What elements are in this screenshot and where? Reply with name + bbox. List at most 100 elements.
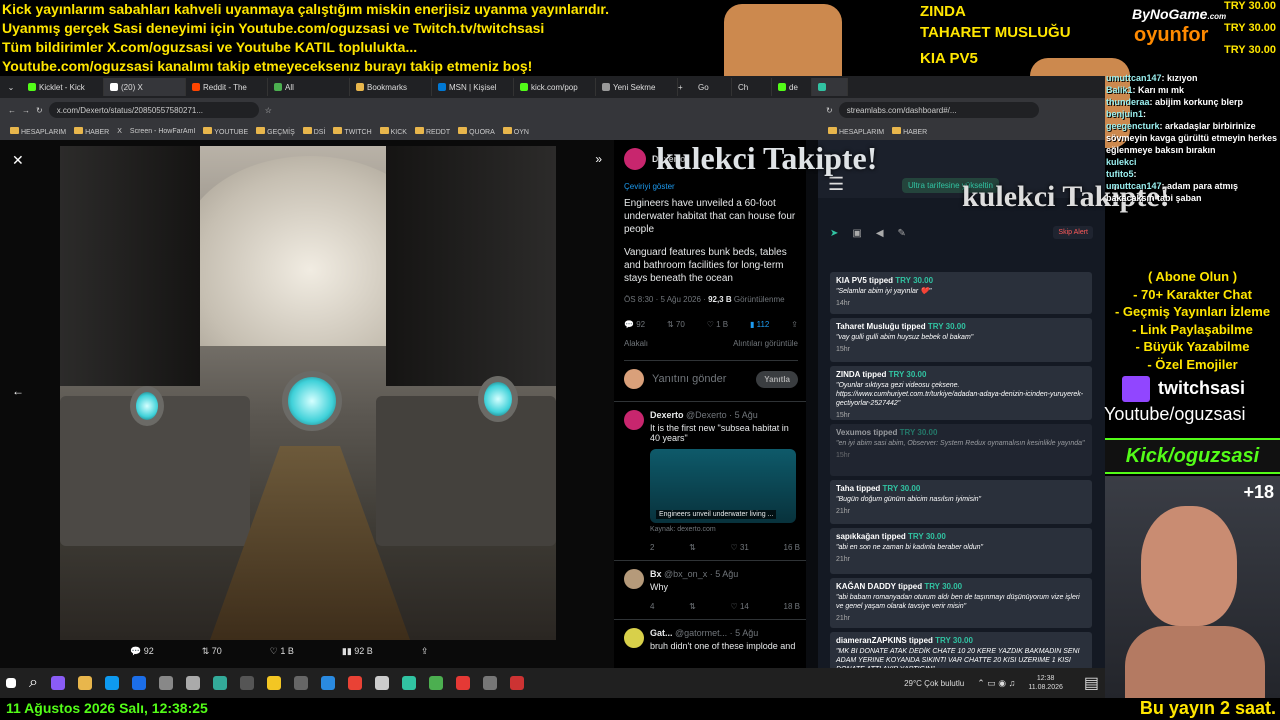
ticker-line: Tüm bildirimler X.com/oguzsasi ve Youtub… [2,39,418,55]
reply-tweet[interactable]: Gat... @gatormet... · 5 Ağu bruh didn't o… [614,619,806,651]
new-tab-button[interactable]: + [678,83,692,92]
tab-menu-icon[interactable]: ⌄ [0,83,22,92]
close-icon[interactable]: ✕ [12,152,24,169]
scrollbar[interactable] [806,140,818,668]
chrome-icon[interactable] [347,676,362,690]
reload-icon[interactable]: ↻ [36,106,43,115]
vivaldi-icon[interactable] [455,676,470,690]
tab[interactable]: Reddit - The [186,78,268,96]
collapse-icon[interactable]: » [595,152,602,166]
repost-button[interactable]: ⇅ 70 [667,320,685,329]
share-icon[interactable]: ⇪ [791,320,798,329]
app-icon[interactable] [509,676,524,690]
tab[interactable]: de [772,78,812,96]
reload-icon[interactable]: ↻ [826,106,833,115]
app-icon[interactable] [482,676,497,690]
prev-arrow-icon[interactable]: ← [12,384,24,398]
tab[interactable] [812,78,848,96]
bookmark-item[interactable]: REDDT [414,126,450,136]
tip-alert[interactable]: Taharet Musluğu tipped TRY 30.00 "vay gul… [830,318,1092,362]
bookmark-item[interactable]: QUORA [458,126,495,136]
windows-start-icon[interactable] [6,678,16,688]
tab[interactable]: Go [692,78,732,96]
reply-input[interactable]: Yanıtını gönder [652,373,748,385]
reply-tweet[interactable]: Dexerto @Dexerto · 5 Ağu It is the first … [614,401,806,552]
back-icon[interactable]: ← [8,106,16,115]
tab[interactable]: Kicklet - Kick [22,78,104,96]
app-icon[interactable] [185,676,200,690]
weather-widget[interactable]: 29°C Çok bulutlu [904,679,964,688]
reply-tweet[interactable]: Bx @bx_on_x · 5 Ağu Why 4 ⇅ ♡ 14 18 B [614,560,806,611]
tab[interactable]: Bookmarks [350,78,432,96]
bookmark-item[interactable]: YOUTUBE [203,126,248,136]
url-field[interactable]: streamlabs.com/dashboard#/... [838,102,1039,118]
bookmark-item[interactable]: X [117,128,122,135]
tip-alert[interactable]: sapıkkağan tipped TRY 30.00 "abi en son n… [830,528,1092,574]
obs-icon[interactable] [374,676,389,690]
bookmark-item[interactable]: GEÇMİŞ [256,126,295,136]
menu-icon[interactable]: ☰ [828,174,844,195]
like-button[interactable]: ♡ 1 B [270,646,294,657]
bookmark-item[interactable]: KICK [379,126,407,136]
tip-alert[interactable]: Vexumos tipped TRY 30.00 "en iyi abim sas… [830,424,1092,476]
app-icon[interactable] [293,676,308,690]
tip-alert[interactable]: ZINDA tipped TRY 30.00 "Oyunlar sıktıysa … [830,366,1092,420]
bookmark-item[interactable]: TWITCH [333,126,372,136]
like-button[interactable]: ♡ 1 B [707,320,728,329]
bookmark-item[interactable]: HABER [892,126,927,136]
bookmarks-bar: HESAPLARIM HABER X Screen - HowFarAmI YO… [0,122,818,140]
tip-alert[interactable]: KIA PV5 tipped TRY 30.00 "Selamlar abim i… [830,272,1092,314]
pen-icon[interactable]: ✎ [898,228,906,239]
skip-alert-button[interactable]: Skip Alert [1053,226,1093,239]
avatar[interactable] [624,148,646,170]
bookmark-item[interactable]: HABER [74,126,109,136]
tab[interactable]: MSN | Kişisel [432,78,514,96]
tab[interactable]: Yeni Sekme [596,78,678,96]
star-icon[interactable]: ☆ [265,106,272,115]
tip-alert[interactable]: Taha tipped TRY 30.00 "Bugün doğum günüm … [830,480,1092,524]
reply-button[interactable]: 💬 92 [624,320,645,329]
tab[interactable]: (20) X [104,78,186,96]
edge-icon[interactable] [131,676,146,690]
reply-button[interactable]: Yanıtla [756,370,798,388]
tab[interactable]: Ch [732,78,772,96]
search-icon[interactable]: ⌕ [29,674,38,692]
app-icon[interactable] [50,676,65,690]
clock[interactable]: 12:38 11.08.2026 [1028,674,1063,692]
app-icon[interactable] [212,676,227,690]
bookmark-item[interactable]: DSİ [302,126,325,136]
bookmark-item[interactable]: HESAPLARIM [10,126,66,136]
file-explorer-icon[interactable] [77,676,92,690]
send-icon[interactable]: ➤ [830,228,838,239]
tab[interactable]: All [268,78,350,96]
link-card[interactable]: Engineers unveil underwater living ... [650,449,796,523]
translate-link[interactable]: Çeviriyi göster [624,182,798,191]
quotes-link[interactable]: Alıntıları görüntüle [733,339,798,348]
views-button[interactable]: ▮▮ 92 B [342,646,373,657]
app-icon[interactable] [428,676,443,690]
tip-alert[interactable]: diameranZAPKINS tipped TRY 30.00 "MK BI D… [830,632,1092,668]
tab[interactable]: kick.com/pop [514,78,596,96]
edge-icon[interactable] [104,676,119,690]
gift-icon[interactable]: ▣ [852,228,861,239]
tray-icons[interactable]: ⌃ ▭ ◉ ♫ [977,678,1015,689]
tip-alert[interactable]: KAĞAN DADDY tipped TRY 30.00 "abi babam r… [830,578,1092,628]
reply-button[interactable]: 💬 92 [130,646,154,657]
bookmark-item[interactable]: Screen - HowFarAmI [130,128,195,135]
notification-icon[interactable]: ▤ [1084,673,1099,693]
sort-dropdown[interactable]: Alakalı [624,339,648,348]
megaphone-icon[interactable]: ◀ [876,228,884,239]
app-icon[interactable] [320,676,335,690]
camera-icon[interactable] [158,676,173,690]
app-icon[interactable] [401,676,416,690]
forward-icon[interactable]: → [22,106,30,115]
app-icon[interactable] [239,676,254,690]
promo-line: ( Abone Olun ) [1147,269,1238,284]
bookmark-item[interactable]: OYN [502,126,529,136]
bookmark-button[interactable]: ▮ 112 [750,320,769,329]
app-icon[interactable] [266,676,281,690]
share-icon[interactable]: ⇪ [421,646,429,657]
bookmark-item[interactable]: HESAPLARIM [828,126,884,136]
repost-button[interactable]: ⇅ 70 [202,646,222,657]
url-field[interactable]: x.com/Dexerto/status/20850557580271... [48,102,259,118]
